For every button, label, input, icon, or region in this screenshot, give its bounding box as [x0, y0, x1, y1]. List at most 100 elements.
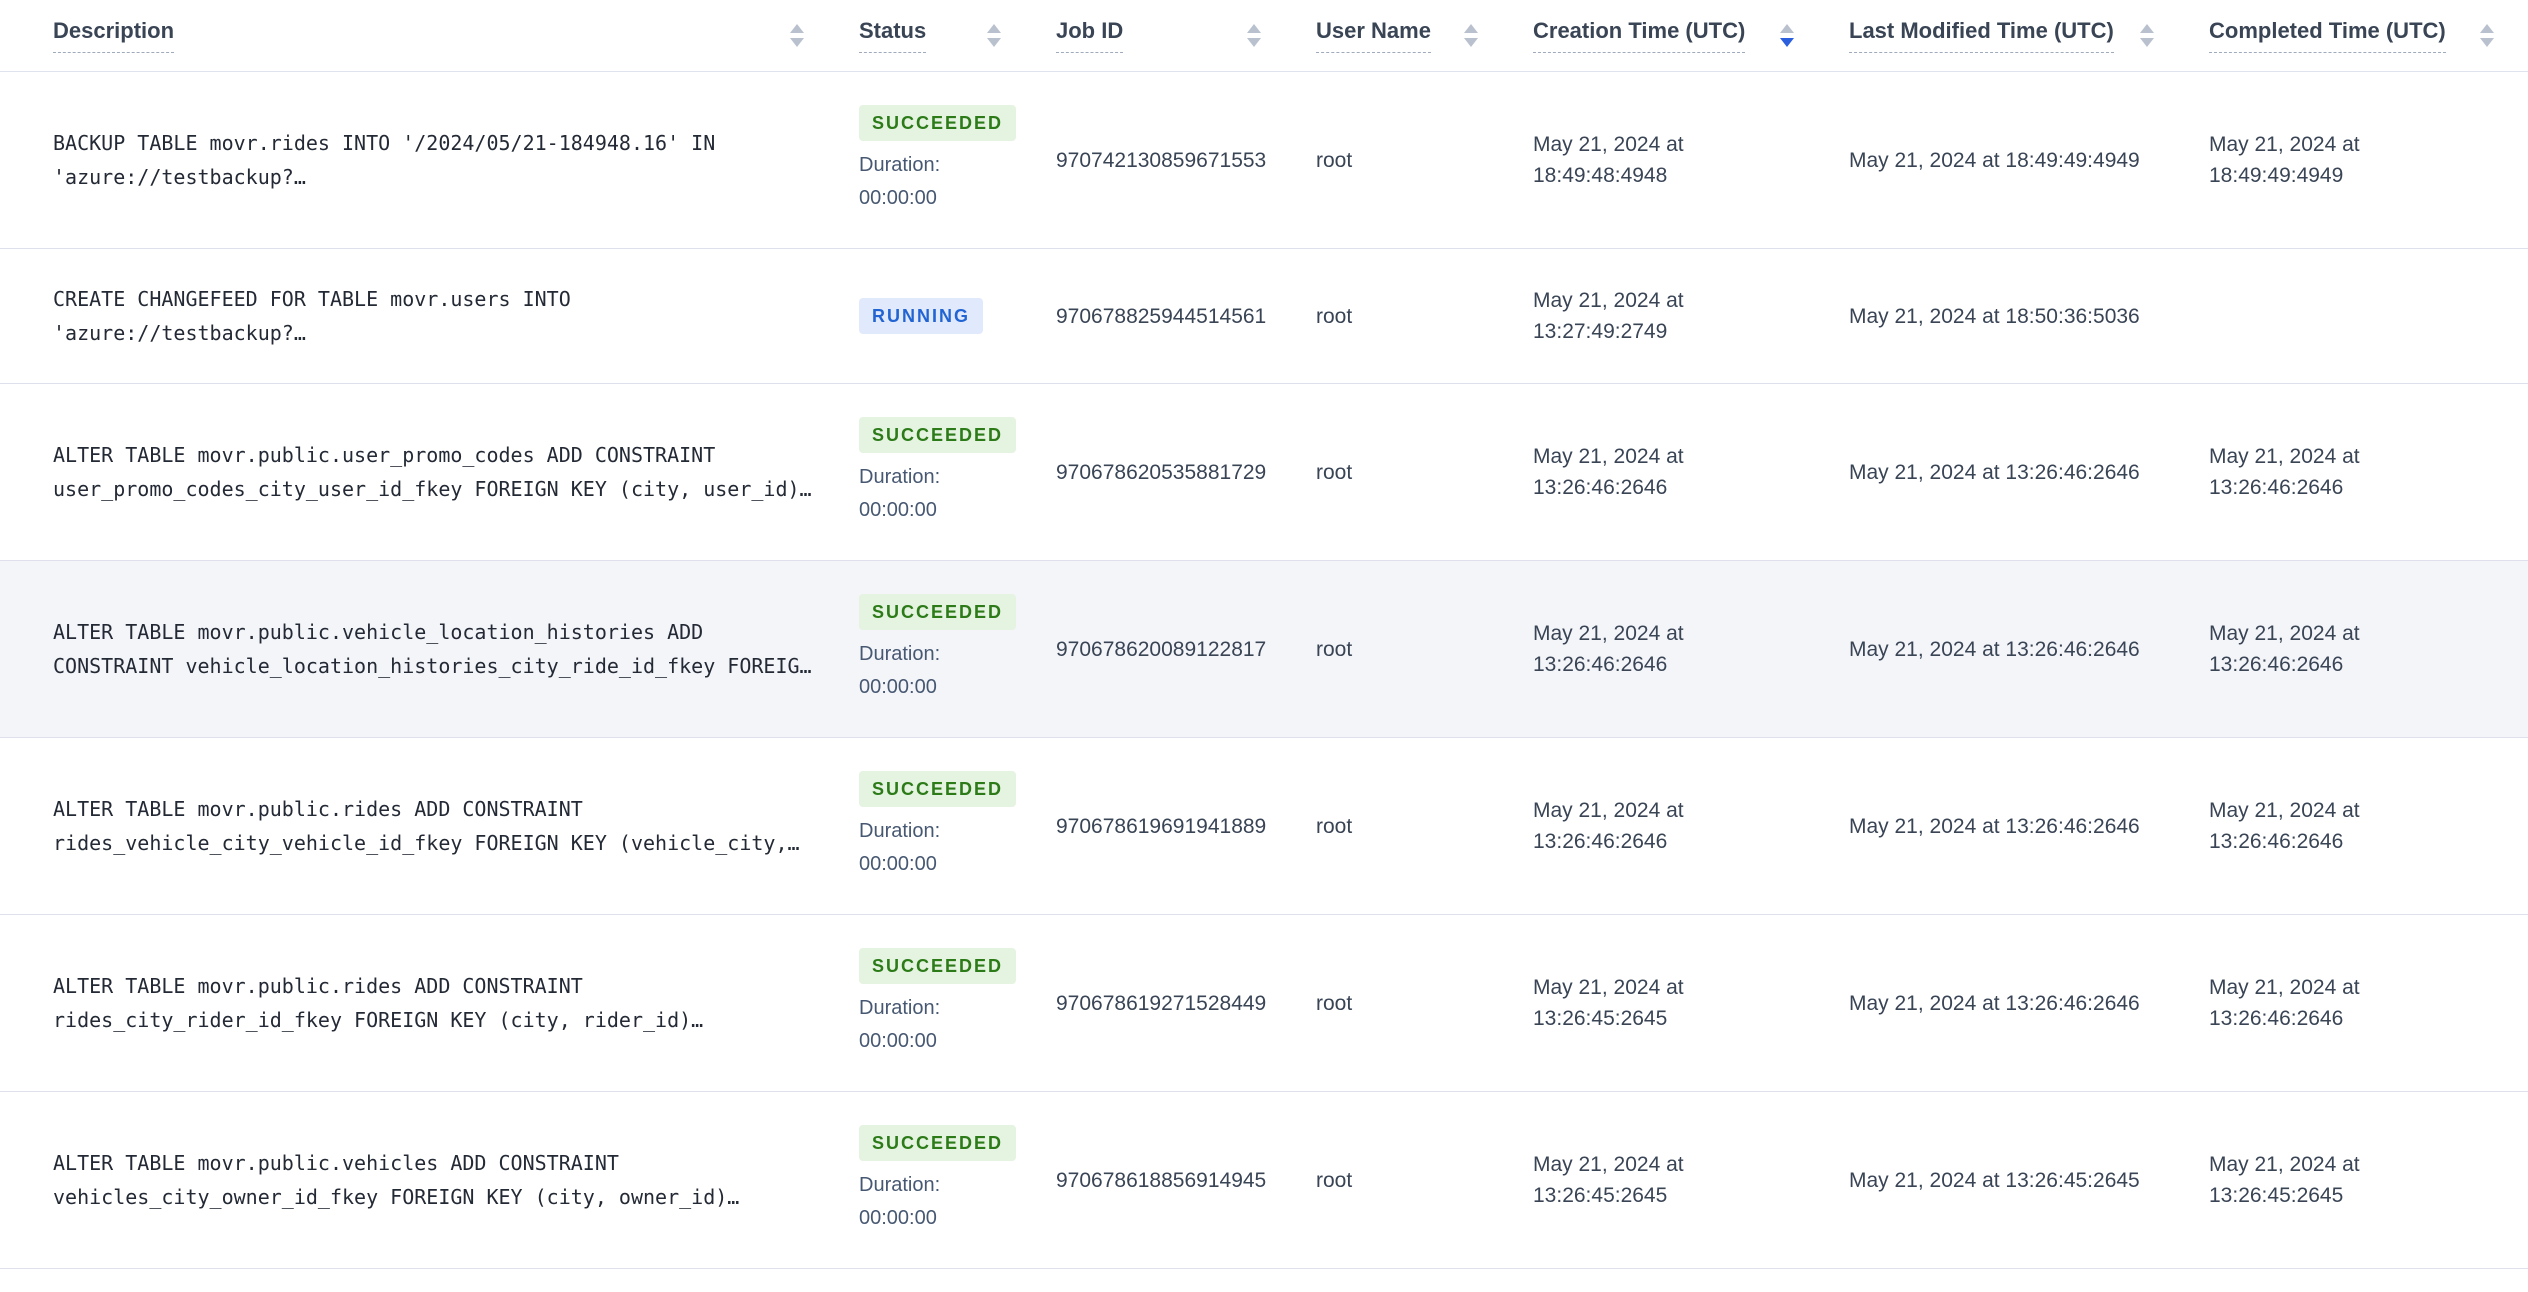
job-description[interactable]: ALTER TABLE movr.public.rides ADD CONSTR… — [53, 797, 800, 855]
status-badge: SUCCEEDED — [859, 948, 1017, 984]
user-name: root — [1316, 814, 1353, 838]
completed-time: May 21, 2024 at 13:26:46:2646 — [2209, 445, 2360, 499]
sort-desc-icon — [2140, 37, 2154, 47]
sort-arrows-icon[interactable] — [1780, 23, 1794, 47]
column-header[interactable]: Creation Time (UTC) — [1533, 18, 1849, 53]
last-modified-time: May 21, 2024 at 13:26:46:2646 — [1849, 991, 2140, 1015]
last-modified-time: May 21, 2024 at 13:26:46:2646 — [1849, 460, 2140, 484]
job-row[interactable]: ALTER TABLE movr.public.vehicle_location… — [0, 561, 2528, 738]
completed-time-cell: May 21, 2024 at 18:49:49:4949 — [2209, 129, 2528, 191]
user-name-cell: root — [1316, 457, 1533, 488]
status-badge: SUCCEEDED — [859, 594, 1017, 630]
job-description-cell: ALTER TABLE movr.public.user_promo_codes… — [53, 438, 859, 506]
sort-desc-icon — [1464, 37, 1478, 47]
creation-time: May 21, 2024 at 13:26:46:2646 — [1533, 799, 1684, 853]
user-name-cell: root — [1316, 634, 1533, 665]
duration-value: 00:00:00 — [859, 1207, 937, 1229]
column-header[interactable]: Status — [859, 18, 1056, 53]
column-header-label: Status — [859, 18, 927, 53]
job-row[interactable]: ALTER TABLE movr.public.vehicles ADD CON… — [0, 1092, 2528, 1269]
duration-label: Duration: — [859, 466, 941, 488]
job-description[interactable]: BACKUP TABLE movr.rides INTO '/2024/05/2… — [53, 131, 715, 189]
last-modified-time: May 21, 2024 at 13:26:45:2645 — [1849, 1168, 2140, 1192]
job-description[interactable]: CREATE CHANGEFEED FOR TABLE movr.users I… — [53, 287, 571, 345]
column-header[interactable]: Last Modified Time (UTC) — [1849, 18, 2209, 53]
sort-asc-icon — [790, 23, 804, 33]
job-row[interactable]: IMPORT INTO movr.public.rides CSV DATA (… — [0, 1269, 2528, 1292]
job-id-cell: 970678619271528449 — [1056, 988, 1316, 1019]
sort-asc-icon — [2140, 23, 2154, 33]
duration-value: 00:00:00 — [859, 676, 937, 698]
sort-asc-icon — [1464, 23, 1478, 33]
job-status-cell: SUCCEEDED Duration: 00:00:00 — [859, 105, 1056, 215]
job-id: 970742130859671553 — [1056, 148, 1267, 172]
sort-arrows-icon[interactable] — [987, 23, 1001, 47]
sort-arrows-icon[interactable] — [1247, 23, 1261, 47]
sort-asc-icon — [987, 23, 1001, 33]
sort-desc-icon — [987, 37, 1001, 47]
column-header[interactable]: Completed Time (UTC) — [2209, 18, 2528, 53]
creation-time: May 21, 2024 at 13:27:49:2749 — [1533, 289, 1684, 343]
table-header-row: Description Status Job ID User Name Crea… — [0, 0, 2528, 72]
job-id-cell: 970678619691941889 — [1056, 811, 1316, 842]
job-description[interactable]: ALTER TABLE movr.public.rides ADD CONSTR… — [53, 974, 703, 1032]
completed-time-cell: May 21, 2024 at 13:26:46:2646 — [2209, 972, 2528, 1034]
sort-desc-icon — [1247, 37, 1261, 47]
sort-arrows-icon[interactable] — [790, 23, 804, 47]
creation-time: May 21, 2024 at 13:26:45:2645 — [1533, 1153, 1684, 1207]
last-modified-time-cell: May 21, 2024 at 13:26:46:2646 — [1849, 988, 2209, 1019]
job-row[interactable]: ALTER TABLE movr.public.user_promo_codes… — [0, 384, 2528, 561]
creation-time-cell: May 21, 2024 at 13:26:46:2646 — [1533, 441, 1849, 503]
job-description[interactable]: ALTER TABLE movr.public.vehicles ADD CON… — [53, 1151, 739, 1209]
last-modified-time: May 21, 2024 at 13:26:46:2646 — [1849, 637, 2140, 661]
last-modified-time-cell: May 21, 2024 at 13:26:46:2646 — [1849, 811, 2209, 842]
completed-time-cell — [2209, 301, 2528, 332]
creation-time-cell: May 21, 2024 at 13:27:49:2749 — [1533, 285, 1849, 347]
job-description[interactable]: ALTER TABLE movr.public.vehicle_location… — [53, 620, 812, 678]
job-description-cell: ALTER TABLE movr.public.vehicle_location… — [53, 615, 859, 683]
last-modified-time-cell: May 21, 2024 at 18:49:49:4949 — [1849, 145, 2209, 176]
job-description[interactable]: ALTER TABLE movr.public.user_promo_codes… — [53, 443, 812, 501]
last-modified-time: May 21, 2024 at 18:50:36:5036 — [1849, 304, 2140, 328]
creation-time: May 21, 2024 at 13:26:46:2646 — [1533, 445, 1684, 499]
duration-label: Duration: — [859, 1174, 941, 1196]
creation-time-cell: May 21, 2024 at 18:49:48:4948 — [1533, 129, 1849, 191]
sort-arrows-icon[interactable] — [2140, 23, 2154, 47]
creation-time: May 21, 2024 at 13:26:46:2646 — [1533, 622, 1684, 676]
creation-time: May 21, 2024 at 18:49:48:4948 — [1533, 133, 1684, 187]
job-id-cell: 970678618856914945 — [1056, 1165, 1316, 1196]
job-status-cell: SUCCEEDED Duration: 00:00:00 — [859, 1125, 1056, 1235]
completed-time: May 21, 2024 at 13:26:46:2646 — [2209, 976, 2360, 1030]
sort-arrows-icon[interactable] — [1464, 23, 1478, 47]
column-header-label: Job ID — [1056, 18, 1124, 53]
job-description-cell: ALTER TABLE movr.public.rides ADD CONSTR… — [53, 969, 859, 1037]
column-header[interactable]: Job ID — [1056, 18, 1316, 53]
creation-time-cell: May 21, 2024 at 13:26:46:2646 — [1533, 618, 1849, 680]
column-header-label: Creation Time (UTC) — [1533, 18, 1746, 53]
column-header[interactable]: User Name — [1316, 18, 1533, 53]
column-header-label: User Name — [1316, 18, 1431, 53]
duration-label: Duration: — [859, 643, 941, 665]
job-id-cell: 970678620535881729 — [1056, 457, 1316, 488]
duration-value: 00:00:00 — [859, 187, 937, 209]
job-row[interactable]: BACKUP TABLE movr.rides INTO '/2024/05/2… — [0, 72, 2528, 249]
job-description-cell: CREATE CHANGEFEED FOR TABLE movr.users I… — [53, 282, 859, 350]
status-badge: SUCCEEDED — [859, 105, 1017, 141]
completed-time: May 21, 2024 at 13:26:46:2646 — [2209, 799, 2360, 853]
sort-desc-icon — [2480, 37, 2494, 47]
last-modified-time-cell: May 21, 2024 at 13:26:46:2646 — [1849, 634, 2209, 665]
column-header[interactable]: Description — [53, 18, 859, 53]
last-modified-time: May 21, 2024 at 13:26:46:2646 — [1849, 814, 2140, 838]
status-badge: SUCCEEDED — [859, 771, 1017, 807]
sort-desc-icon — [790, 37, 804, 47]
job-id: 970678619271528449 — [1056, 991, 1267, 1015]
sort-desc-icon — [1780, 37, 1794, 47]
job-row[interactable]: CREATE CHANGEFEED FOR TABLE movr.users I… — [0, 249, 2528, 384]
jobs-table: Description Status Job ID User Name Crea… — [0, 0, 2528, 1292]
sort-arrows-icon[interactable] — [2480, 23, 2494, 47]
sort-asc-icon — [1780, 23, 1794, 33]
completed-time-cell: May 21, 2024 at 13:26:46:2646 — [2209, 618, 2528, 680]
job-row[interactable]: ALTER TABLE movr.public.rides ADD CONSTR… — [0, 738, 2528, 915]
job-id-cell: 970678620089122817 — [1056, 634, 1316, 665]
job-row[interactable]: ALTER TABLE movr.public.rides ADD CONSTR… — [0, 915, 2528, 1092]
